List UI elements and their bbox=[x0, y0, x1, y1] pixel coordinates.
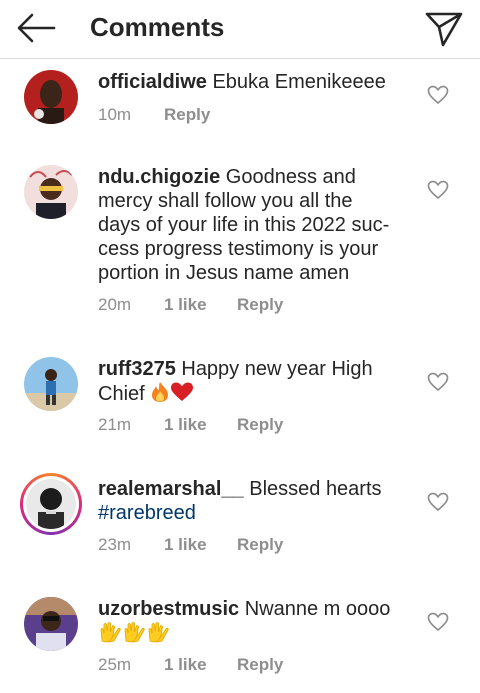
comment-username[interactable]: ndu.chigozie bbox=[98, 166, 220, 188]
likes-count[interactable]: 1 like bbox=[164, 535, 237, 555]
reply-button[interactable]: Reply bbox=[237, 535, 283, 555]
comment-meta: 20m 1 like Reply bbox=[98, 295, 283, 315]
like-heart-icon[interactable] bbox=[427, 492, 449, 512]
arrow-left-icon[interactable] bbox=[16, 10, 56, 46]
comment-time: 20m bbox=[98, 295, 132, 314]
clap-emoji-icon bbox=[100, 622, 121, 643]
avatar[interactable] bbox=[24, 597, 78, 651]
avatar bbox=[26, 479, 76, 529]
page-title: Comments bbox=[90, 12, 225, 42]
likes-count[interactable]: 1 like bbox=[164, 295, 237, 315]
comment-time: 25m bbox=[98, 655, 132, 674]
reply-button[interactable]: Reply bbox=[237, 415, 283, 435]
comment-text: realemarshal__ Blessed hearts #rarebreed bbox=[98, 477, 398, 525]
comment-time: 21m bbox=[98, 415, 132, 434]
comment-text: ndu.chigozie Goodness and mercy shall fo… bbox=[98, 165, 398, 285]
likes-count[interactable]: 1 like bbox=[164, 415, 237, 435]
comment-username[interactable]: uzorbestmusic bbox=[98, 598, 239, 620]
comment-text: officialdiwe Ebuka Emenikeeee bbox=[98, 70, 398, 94]
comment-text: ruff3275 Happy new year High Chief bbox=[98, 357, 398, 406]
like-heart-icon[interactable] bbox=[427, 612, 449, 632]
comment-meta: 25m 1 like Reply bbox=[98, 655, 283, 675]
comment-body: Ebuka Emenikeeee bbox=[206, 71, 386, 93]
like-heart-icon[interactable] bbox=[427, 180, 449, 200]
comment-meta: 21m 1 like Reply bbox=[98, 415, 283, 435]
header: Comments bbox=[0, 0, 480, 59]
reply-button[interactable]: Reply bbox=[237, 295, 283, 315]
avatar-ring-gap bbox=[23, 476, 79, 532]
avatar-story-ring[interactable] bbox=[20, 473, 82, 535]
clap-emoji-group bbox=[98, 622, 170, 645]
comment-username[interactable]: realemarshal__ bbox=[98, 478, 244, 500]
avatar[interactable] bbox=[24, 357, 78, 411]
red-heart-emoji-icon bbox=[171, 382, 194, 401]
likes-count[interactable]: 1 like bbox=[164, 655, 237, 675]
comment-username[interactable]: ruff3275 bbox=[98, 358, 176, 380]
clap-emoji-icon bbox=[148, 622, 169, 643]
comment-body: Nwanne m oooo bbox=[239, 598, 391, 620]
fire-emoji-icon bbox=[152, 382, 169, 402]
like-heart-icon[interactable] bbox=[427, 372, 449, 392]
comment-time: 10m bbox=[98, 105, 132, 124]
send-icon[interactable] bbox=[424, 10, 464, 48]
reply-button[interactable]: Reply bbox=[237, 655, 283, 675]
comment-time: 23m bbox=[98, 535, 132, 554]
reply-button[interactable]: Reply bbox=[164, 105, 210, 125]
comment-body: Blessed hearts bbox=[243, 478, 382, 500]
avatar[interactable] bbox=[24, 165, 78, 219]
comment-text: uzorbestmusic Nwanne m oooo bbox=[98, 597, 398, 646]
avatar[interactable] bbox=[24, 70, 78, 124]
comment-username[interactable]: officialdiwe bbox=[98, 71, 207, 93]
like-heart-icon[interactable] bbox=[427, 85, 449, 105]
clap-emoji-icon bbox=[124, 622, 145, 643]
comment-meta: 10m Reply bbox=[98, 105, 210, 125]
comment-meta: 23m 1 like Reply bbox=[98, 535, 283, 555]
hashtag-link[interactable]: #rarebreed bbox=[98, 502, 196, 524]
